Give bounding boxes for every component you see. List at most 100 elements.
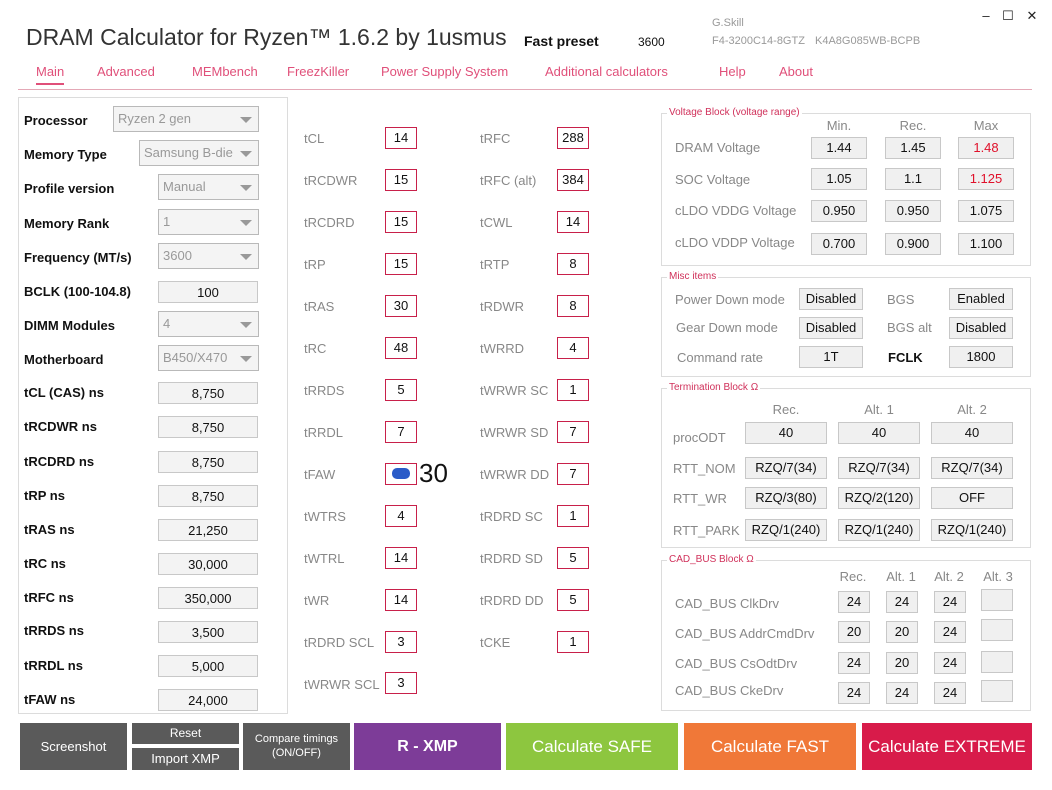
termination-row-label: RTT_WR xyxy=(673,491,727,506)
voltage-row-label: cLDO VDDG Voltage xyxy=(675,203,797,218)
timing-label: tRDRD SC xyxy=(480,509,543,524)
timing-label: tCWL xyxy=(480,215,513,230)
timing-value[interactable]: 288 xyxy=(557,127,589,149)
gear-down-label: Gear Down mode xyxy=(676,320,778,335)
calculate-extreme-button[interactable]: Calculate EXTREME xyxy=(862,723,1032,770)
calculate-fast-button[interactable]: Calculate FAST xyxy=(684,723,856,770)
close-button[interactable]: ✕ xyxy=(1022,7,1042,25)
compare-timings-label: Compare timings xyxy=(254,733,339,745)
termination-value: 40 xyxy=(838,422,920,444)
timing-value[interactable]: 14 xyxy=(385,127,417,149)
chevron-down-icon xyxy=(240,117,252,123)
timing-value[interactable]: 3 xyxy=(385,631,417,653)
maximize-button[interactable]: ☐ xyxy=(998,7,1018,25)
tab-membench[interactable]: MEMbench xyxy=(192,64,258,79)
tab-freezkiller[interactable]: FreezKiller xyxy=(287,64,349,79)
profile-version-select[interactable]: Manual xyxy=(158,174,259,200)
timing-value[interactable]: 1 xyxy=(557,505,589,527)
ram-part-number: K4A8G085WB-BCPB xyxy=(815,35,921,47)
ns-value: 8,750 xyxy=(158,416,258,438)
dimm-modules-select[interactable]: 4 xyxy=(158,311,259,337)
voltage-value: 0.700 xyxy=(811,233,867,255)
ns-value: 8,750 xyxy=(158,451,258,473)
timing-value[interactable]: 15 xyxy=(385,253,417,275)
tfaw-input[interactable] xyxy=(385,463,417,485)
voltage-row-label: cLDO VDDP Voltage xyxy=(675,235,795,250)
voltage-value: 0.900 xyxy=(885,233,941,255)
timing-value[interactable]: 5 xyxy=(557,589,589,611)
calculate-safe-button[interactable]: Calculate SAFE xyxy=(506,723,678,770)
timing-label: tWRWR SD xyxy=(480,425,549,440)
compare-timings-button[interactable]: Compare timings (ON/OFF) xyxy=(243,723,350,770)
timing-value[interactable]: 14 xyxy=(385,589,417,611)
reset-button[interactable]: Reset xyxy=(132,723,239,744)
cadbus-value: 24 xyxy=(838,682,870,704)
column-header: Alt. 1 xyxy=(864,402,894,417)
timing-value[interactable]: 3 xyxy=(385,672,417,694)
tab-main[interactable]: Main xyxy=(36,64,65,85)
termination-block-title: Termination Block Ω xyxy=(667,382,761,393)
column-header: Alt. 2 xyxy=(934,569,964,584)
timing-label: tRTP xyxy=(480,257,510,272)
timing-value[interactable]: 15 xyxy=(385,169,417,191)
ram-model: F4-3200C14-8GTZ xyxy=(712,35,805,47)
timing-value[interactable]: 4 xyxy=(557,337,589,359)
fclk-label: FCLK xyxy=(888,350,923,365)
app-title: DRAM Calculator for Ryzen™ 1.6.2 by 1usm… xyxy=(26,24,507,50)
tab-additional-calculators[interactable]: Additional calculators xyxy=(545,64,668,79)
tab-help[interactable]: Help xyxy=(719,64,746,79)
ram-brand: G.Skill xyxy=(712,17,744,29)
timing-value[interactable]: 14 xyxy=(557,211,589,233)
timing-value[interactable]: 7 xyxy=(385,421,417,443)
timing-label: tRC xyxy=(304,341,327,356)
bclk-label: BCLK (100-104.8) xyxy=(24,284,131,299)
voltage-value: 0.950 xyxy=(811,200,867,222)
motherboard-select[interactable]: B450/X470 xyxy=(158,345,259,371)
timing-value[interactable]: 8 xyxy=(557,253,589,275)
cursor-blob-icon xyxy=(392,468,410,479)
ns-label: tRRDS ns xyxy=(24,623,84,638)
timing-label: tRAS xyxy=(304,299,335,314)
timing-value[interactable]: 1 xyxy=(557,379,589,401)
timing-label: tWRWR SC xyxy=(480,383,549,398)
chevron-down-icon xyxy=(240,185,252,191)
ns-label: tRCDRD ns xyxy=(24,454,95,469)
timing-value[interactable]: 384 xyxy=(557,169,589,191)
minimize-button[interactable]: – xyxy=(976,7,996,25)
column-header: Min. xyxy=(826,118,852,133)
frequency-select[interactable]: 3600 xyxy=(158,243,259,269)
timing-label: tWR xyxy=(304,593,330,608)
r-xmp-button[interactable]: R - XMP xyxy=(354,723,501,770)
voltage-value: 1.075 xyxy=(958,200,1014,222)
timing-value[interactable]: 1 xyxy=(557,631,589,653)
voltage-block-title: Voltage Block (voltage range) xyxy=(667,107,802,118)
voltage-row-label: SOC Voltage xyxy=(675,172,751,187)
timing-value[interactable]: 15 xyxy=(385,211,417,233)
tab-advanced[interactable]: Advanced xyxy=(97,64,155,79)
timing-label: tCKE xyxy=(480,635,511,650)
ns-label: tRP ns xyxy=(24,488,65,503)
timing-label: tRDRD SCL xyxy=(304,635,375,650)
screenshot-button[interactable]: Screenshot xyxy=(20,723,127,770)
processor-select[interactable]: Ryzen 2 gen xyxy=(113,106,259,132)
timing-value[interactable]: 8 xyxy=(557,295,589,317)
timing-value[interactable]: 48 xyxy=(385,337,417,359)
timing-value[interactable]: 5 xyxy=(385,379,417,401)
timing-value[interactable]: 4 xyxy=(385,505,417,527)
fast-preset-label: Fast preset xyxy=(524,33,599,49)
ns-value: 5,000 xyxy=(158,655,258,677)
timing-value[interactable]: 30 xyxy=(385,295,417,317)
timing-value[interactable]: 7 xyxy=(557,421,589,443)
import-xmp-button[interactable]: Import XMP xyxy=(132,748,239,770)
memory-type-select[interactable]: Samsung B-die xyxy=(139,140,259,166)
cadbus-value: 24 xyxy=(886,682,918,704)
timing-value[interactable]: 7 xyxy=(557,463,589,485)
ns-value: 24,000 xyxy=(158,689,258,711)
bclk-input[interactable]: 100 xyxy=(158,281,258,303)
timing-value[interactable]: 5 xyxy=(557,547,589,569)
tab-power-supply[interactable]: Power Supply System xyxy=(381,64,508,79)
tab-about[interactable]: About xyxy=(779,64,813,79)
timing-value[interactable]: 14 xyxy=(385,547,417,569)
memory-rank-label: Memory Rank xyxy=(24,216,110,231)
memory-rank-select[interactable]: 1 xyxy=(158,209,259,235)
